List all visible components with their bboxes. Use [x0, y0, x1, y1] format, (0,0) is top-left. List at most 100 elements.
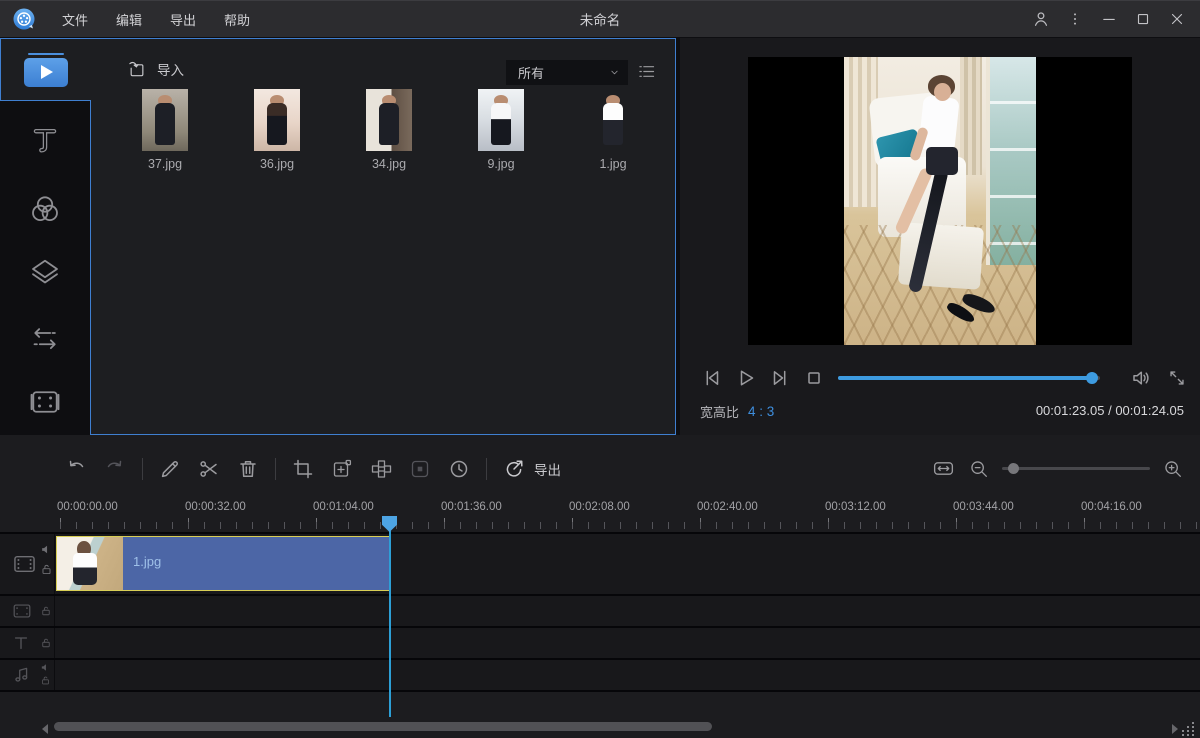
filmstrip-icon	[11, 600, 33, 622]
film-frame-icon	[27, 384, 63, 420]
export-button[interactable]: 导出	[502, 457, 561, 481]
media-filename: 1.jpg	[568, 157, 658, 171]
scroll-right-arrow[interactable]	[1172, 724, 1178, 734]
filter-circles-icon	[27, 191, 63, 227]
media-thumbnail	[142, 89, 188, 151]
ruler-label: 00:01:04.00	[313, 501, 374, 513]
timeline-section: 导出 00:00:00.00 00:00:32.00 00:01:04.00 0…	[0, 435, 1200, 738]
stop-button[interactable]	[802, 366, 826, 390]
close-button[interactable]	[1164, 6, 1190, 32]
redo-button[interactable]	[103, 457, 127, 481]
track-audio[interactable]	[0, 660, 1200, 690]
duration-button[interactable]	[447, 457, 471, 481]
timeline-zoom-slider[interactable]	[1002, 467, 1150, 470]
aspect-ratio-value: 4 : 3	[748, 404, 774, 419]
window-controls	[1028, 1, 1190, 37]
undo-button[interactable]	[64, 457, 88, 481]
media-item[interactable]: 37.jpg	[120, 89, 210, 171]
more-menu-icon[interactable]	[1062, 6, 1088, 32]
horizontal-scrollbar[interactable]	[54, 722, 712, 731]
track-lock-button[interactable]	[40, 675, 51, 686]
sidebar-tab-transitions[interactable]	[0, 310, 90, 368]
timeline-toolbar: 导出	[64, 456, 561, 482]
zoom-in-button[interactable]	[1162, 458, 1184, 480]
track-pip[interactable]	[0, 596, 1200, 626]
media-item[interactable]: 9.jpg	[456, 89, 546, 171]
next-frame-button[interactable]	[768, 366, 792, 390]
category-dropdown[interactable]: 所有	[506, 60, 628, 85]
preview-progress-slider[interactable]	[838, 376, 1100, 380]
track-video[interactable]: 1.jpg	[0, 534, 1200, 594]
delete-button[interactable]	[236, 457, 260, 481]
ruler-minor-ticks	[56, 522, 1200, 529]
titlebar: 文件 编辑 导出 帮助 未命名	[0, 1, 1200, 37]
media-play-icon	[24, 58, 68, 87]
list-view-button[interactable]	[636, 61, 657, 82]
toolbar-separator	[142, 458, 143, 480]
media-thumbnail	[254, 89, 300, 151]
playhead-line	[389, 516, 391, 717]
maximize-button[interactable]	[1130, 6, 1156, 32]
ruler-label: 00:02:40.00	[697, 501, 758, 513]
media-filename: 36.jpg	[232, 157, 322, 171]
sidebar-tab-text[interactable]	[0, 110, 90, 168]
media-item[interactable]: 34.jpg	[344, 89, 434, 171]
fullscreen-button[interactable]	[1166, 367, 1188, 389]
layers-diamond-icon	[27, 254, 63, 290]
ruler-label: 00:03:12.00	[825, 501, 886, 513]
category-selected: 所有	[518, 63, 544, 82]
transport-controls	[700, 366, 826, 390]
user-account-icon[interactable]	[1028, 6, 1054, 32]
resize-grip[interactable]	[1182, 722, 1196, 736]
split-button[interactable]	[197, 457, 221, 481]
track-area: 1.jpg	[0, 532, 1200, 692]
freeze-frame-button[interactable]	[408, 457, 432, 481]
media-item[interactable]: 36.jpg	[232, 89, 322, 171]
volume-button[interactable]	[1129, 366, 1153, 390]
import-icon	[127, 59, 147, 79]
progress-knob[interactable]	[1086, 372, 1098, 384]
previous-frame-button[interactable]	[700, 366, 724, 390]
chevron-down-icon	[608, 66, 621, 79]
track-lock-button[interactable]	[40, 605, 52, 617]
timeline-zoom-controls	[931, 456, 1184, 481]
track-mute-button[interactable]	[40, 662, 51, 673]
playhead-handle[interactable]	[382, 516, 397, 532]
crop-button[interactable]	[291, 457, 315, 481]
minimize-button[interactable]	[1096, 6, 1122, 32]
media-filename: 9.jpg	[456, 157, 546, 171]
track-mute-button[interactable]	[40, 543, 53, 556]
media-item[interactable]: 1.jpg	[568, 89, 658, 171]
filmstrip-icon	[11, 551, 38, 578]
clip-thumbnail	[57, 537, 123, 590]
fit-timeline-button[interactable]	[931, 456, 956, 481]
export-icon	[502, 457, 526, 481]
scroll-left-arrow[interactable]	[42, 724, 48, 734]
window-title: 未命名	[0, 9, 1200, 29]
toolbar-separator	[486, 458, 487, 480]
speaker-icon	[1129, 366, 1153, 390]
import-button[interactable]: 导入	[127, 59, 184, 79]
app-window: 文件 编辑 导出 帮助 未命名	[0, 0, 1200, 738]
sidebar-tab-overlays[interactable]	[0, 243, 90, 301]
media-panel: 导入 所有 37.jpg 36.jpg 34.jpg	[90, 38, 676, 435]
ruler-label: 00:00:32.00	[185, 501, 246, 513]
timeline-clip[interactable]: 1.jpg	[56, 536, 390, 591]
zoom-frame-button[interactable]	[330, 457, 354, 481]
track-lock-button[interactable]	[40, 637, 52, 649]
track-text[interactable]	[0, 628, 1200, 658]
aspect-ratio-control[interactable]: 宽高比 4 : 3	[700, 402, 774, 421]
track-lock-button[interactable]	[40, 563, 53, 576]
sidebar-tab-media[interactable]	[0, 38, 91, 101]
play-button[interactable]	[734, 366, 758, 390]
sidebar-tab-elements[interactable]	[0, 373, 90, 431]
zoom-out-button[interactable]	[968, 458, 990, 480]
sidebar-tab-filters[interactable]	[0, 180, 90, 238]
media-thumbnail	[478, 89, 524, 151]
preview-frame	[844, 57, 1036, 345]
text-track-icon	[11, 633, 31, 653]
clip-label: 1.jpg	[133, 554, 161, 569]
mosaic-button[interactable]	[369, 457, 393, 481]
edit-button[interactable]	[158, 457, 182, 481]
zoom-slider-knob[interactable]	[1008, 463, 1019, 474]
